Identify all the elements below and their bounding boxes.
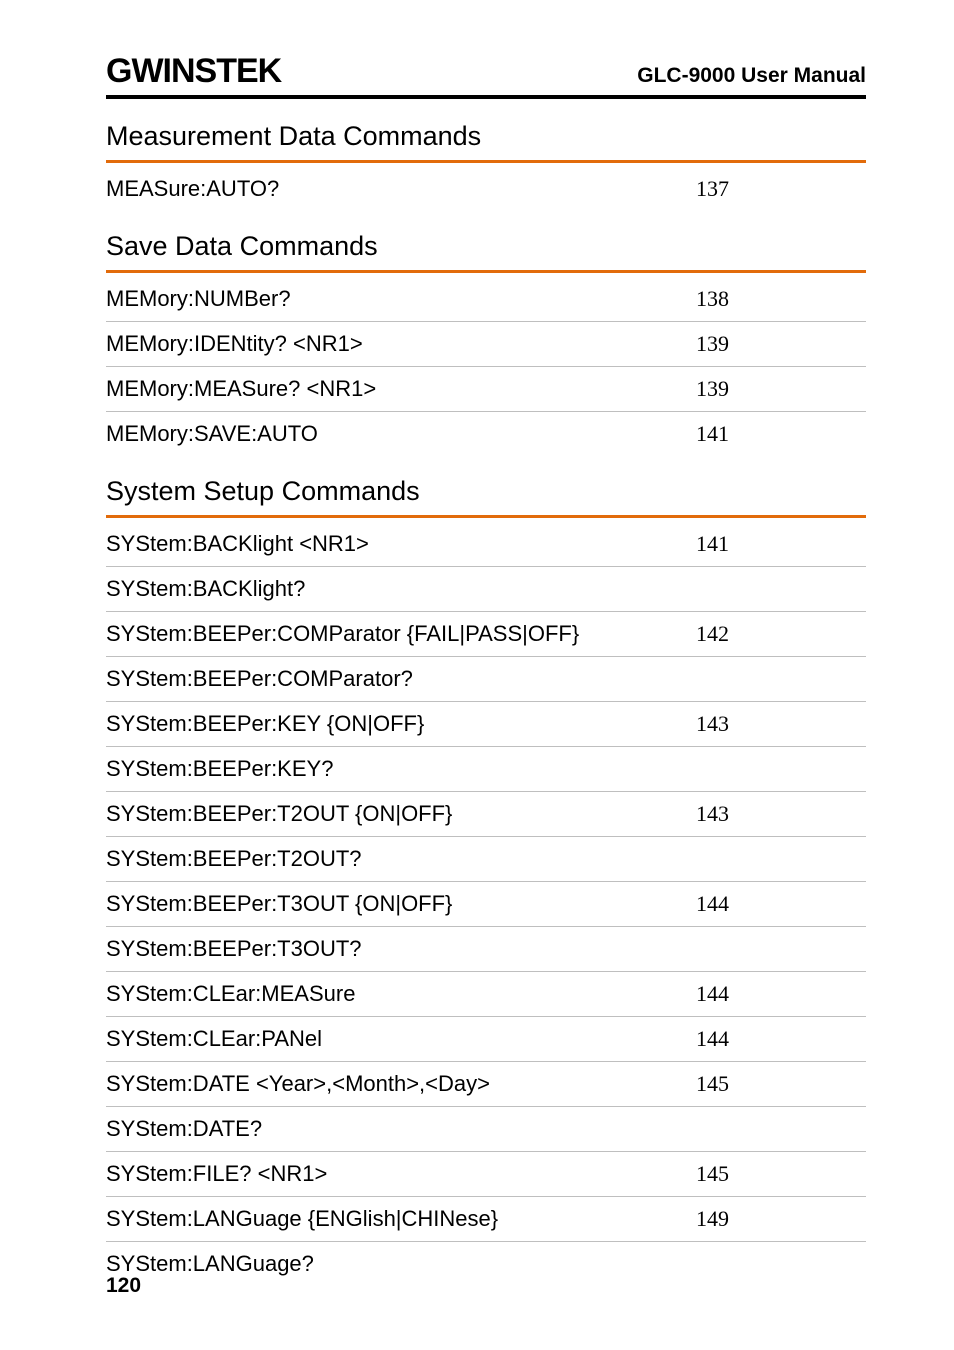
- command-cell: SYStem:LANGuage {ENGlish|CHINese}: [106, 1197, 666, 1242]
- page-cell: [666, 837, 866, 882]
- command-table: SYStem:BACKlight <NR1>141SYStem:BACKligh…: [106, 522, 866, 1286]
- page-cell: [666, 747, 866, 792]
- command-table: MEMory:NUMBer?138MEMory:IDENtity? <NR1>1…: [106, 277, 866, 456]
- command-cell: SYStem:BEEPer:T2OUT {ON|OFF}: [106, 792, 666, 837]
- page-number: 120: [106, 1274, 141, 1298]
- command-cell: MEMory:SAVE:AUTO: [106, 412, 666, 456]
- page-cell: 138: [666, 277, 866, 322]
- page-cell: [666, 657, 866, 702]
- page-cell: 145: [666, 1152, 866, 1197]
- table-row: SYStem:BEEPer:COMParator {FAIL|PASS|OFF}…: [106, 612, 866, 657]
- command-cell: SYStem:LANGuage?: [106, 1242, 666, 1286]
- page-cell: 142: [666, 612, 866, 657]
- page-cell: 139: [666, 322, 866, 367]
- section-title: Measurement Data Commands: [106, 121, 866, 152]
- section-rule: [106, 515, 866, 518]
- command-cell: SYStem:BEEPer:KEY?: [106, 747, 666, 792]
- command-cell: SYStem:BACKlight <NR1>: [106, 522, 666, 567]
- command-cell: MEMory:NUMBer?: [106, 277, 666, 322]
- table-row: SYStem:BEEPer:T3OUT {ON|OFF}144: [106, 882, 866, 927]
- table-row: MEMory:IDENtity? <NR1>139: [106, 322, 866, 367]
- command-cell: SYStem:BEEPer:KEY {ON|OFF}: [106, 702, 666, 747]
- page-cell: [666, 1242, 866, 1286]
- page-cell: 141: [666, 522, 866, 567]
- table-row: SYStem:BEEPer:T2OUT?: [106, 837, 866, 882]
- command-cell: SYStem:DATE?: [106, 1107, 666, 1152]
- table-row: MEMory:NUMBer?138: [106, 277, 866, 322]
- command-cell: SYStem:BEEPer:COMParator {FAIL|PASS|OFF}: [106, 612, 666, 657]
- command-cell: MEMory:MEASure? <NR1>: [106, 367, 666, 412]
- table-row: SYStem:LANGuage?: [106, 1242, 866, 1286]
- command-cell: SYStem:CLEar:MEASure: [106, 972, 666, 1017]
- table-row: SYStem:BEEPer:COMParator?: [106, 657, 866, 702]
- table-row: MEMory:MEASure? <NR1>139: [106, 367, 866, 412]
- page-cell: 145: [666, 1062, 866, 1107]
- brand-logo: GWINSTEK: [106, 52, 281, 91]
- command-cell: SYStem:DATE <Year>,<Month>,<Day>: [106, 1062, 666, 1107]
- table-row: SYStem:FILE? <NR1>145: [106, 1152, 866, 1197]
- command-cell: SYStem:BEEPer:T3OUT {ON|OFF}: [106, 882, 666, 927]
- command-cell: MEASure:AUTO?: [106, 167, 666, 211]
- command-cell: SYStem:BACKlight?: [106, 567, 666, 612]
- manual-title: GLC-9000 User Manual: [637, 64, 866, 88]
- table-row: SYStem:BEEPer:T2OUT {ON|OFF}143: [106, 792, 866, 837]
- section-rule: [106, 160, 866, 163]
- page-cell: 143: [666, 702, 866, 747]
- command-cell: SYStem:BEEPer:T3OUT?: [106, 927, 666, 972]
- page-cell: [666, 1107, 866, 1152]
- page-cell: [666, 927, 866, 972]
- command-cell: MEMory:IDENtity? <NR1>: [106, 322, 666, 367]
- table-row: SYStem:BEEPer:KEY {ON|OFF}143: [106, 702, 866, 747]
- command-cell: SYStem:BEEPer:COMParator?: [106, 657, 666, 702]
- header-rule: [106, 95, 866, 99]
- command-table: MEASure:AUTO?137: [106, 167, 866, 211]
- page-cell: 144: [666, 972, 866, 1017]
- table-row: SYStem:DATE <Year>,<Month>,<Day>145: [106, 1062, 866, 1107]
- section-title: Save Data Commands: [106, 231, 866, 262]
- command-cell: SYStem:CLEar:PANel: [106, 1017, 666, 1062]
- table-row: SYStem:BEEPer:T3OUT?: [106, 927, 866, 972]
- brand-text: GWINSTEK: [106, 52, 281, 90]
- table-row: SYStem:CLEar:MEASure144: [106, 972, 866, 1017]
- page-cell: 144: [666, 882, 866, 927]
- page-cell: 144: [666, 1017, 866, 1062]
- page-cell: 137: [666, 167, 866, 211]
- page-cell: 149: [666, 1197, 866, 1242]
- section-title: System Setup Commands: [106, 476, 866, 507]
- table-row: SYStem:BACKlight <NR1>141: [106, 522, 866, 567]
- table-row: SYStem:LANGuage {ENGlish|CHINese}149: [106, 1197, 866, 1242]
- page-cell: [666, 567, 866, 612]
- page-cell: 143: [666, 792, 866, 837]
- table-row: SYStem:BACKlight?: [106, 567, 866, 612]
- section-rule: [106, 270, 866, 273]
- page-cell: 141: [666, 412, 866, 456]
- command-cell: SYStem:BEEPer:T2OUT?: [106, 837, 666, 882]
- table-row: MEASure:AUTO?137: [106, 167, 866, 211]
- table-row: SYStem:BEEPer:KEY?: [106, 747, 866, 792]
- table-row: SYStem:DATE?: [106, 1107, 866, 1152]
- command-cell: SYStem:FILE? <NR1>: [106, 1152, 666, 1197]
- table-row: MEMory:SAVE:AUTO141: [106, 412, 866, 456]
- table-row: SYStem:CLEar:PANel144: [106, 1017, 866, 1062]
- page-cell: 139: [666, 367, 866, 412]
